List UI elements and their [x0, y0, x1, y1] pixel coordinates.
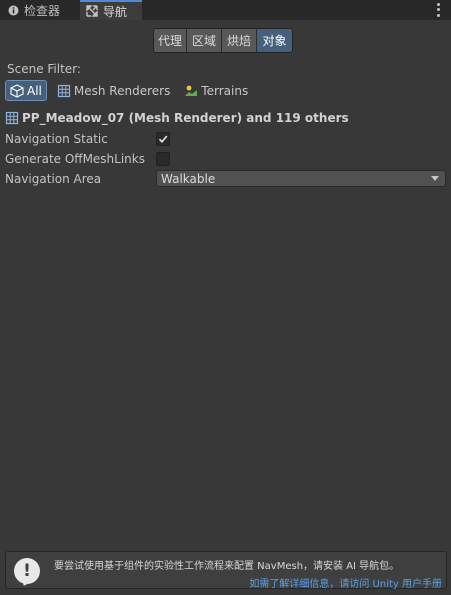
info-help-box: ! 要尝试使用基于组件的实验性工作流程来配置 NavMesh，请安装 AI 导航…: [5, 551, 447, 590]
terrain-icon: [184, 84, 198, 98]
filter-terrains-label: Terrains: [201, 83, 249, 98]
navigation-area-label: Navigation Area: [5, 172, 102, 186]
mesh-renderer-icon: [57, 84, 71, 98]
filter-mesh-renderers-button[interactable]: Mesh Renderers: [53, 80, 174, 101]
filter-all-button[interactable]: All: [5, 80, 47, 101]
filter-mesh-renderers-label: Mesh Renderers: [73, 83, 171, 98]
tab-inspector[interactable]: 检查器: [0, 0, 78, 20]
navigation-icon: [86, 5, 98, 17]
generate-offmeshlinks-checkbox[interactable]: [156, 152, 170, 166]
tab-bake[interactable]: 烘焙: [222, 29, 257, 52]
mesh-renderer-icon: [5, 111, 19, 125]
navigation-static-label: Navigation Static: [5, 132, 108, 146]
tab-agents[interactable]: 代理: [154, 29, 187, 52]
kebab-menu-icon[interactable]: [435, 2, 441, 18]
checkmark-icon: [158, 135, 168, 144]
scene-filter-label: Scene Filter:: [7, 62, 81, 76]
navigation-mode-tabs: 代理 区域 烘焙 对象: [153, 28, 293, 53]
filter-all-label: All: [27, 83, 42, 98]
filter-terrains-button[interactable]: Terrains: [180, 80, 252, 101]
chevron-down-icon: [431, 176, 439, 181]
tab-object[interactable]: 对象: [257, 29, 292, 52]
object-title-text: PP_Meadow_07 (Mesh Renderer) and 119 oth…: [22, 111, 349, 125]
info-icon: [8, 5, 19, 16]
tab-areas[interactable]: 区域: [187, 29, 222, 52]
window-tab-bar: 检查器 导航: [0, 0, 451, 20]
exclamation-icon: !: [14, 558, 40, 584]
selected-object-title: PP_Meadow_07 (Mesh Renderer) and 119 oth…: [5, 111, 349, 125]
navigation-area-dropdown[interactable]: Walkable: [156, 170, 446, 187]
help-manual-link[interactable]: 如需了解详细信息，请访问 Unity 用户手册: [249, 575, 442, 590]
cube-icon: [10, 83, 24, 98]
navigation-static-checkbox[interactable]: [156, 132, 170, 146]
tab-navigation[interactable]: 导航: [80, 0, 142, 20]
tab-inspector-label: 检查器: [24, 3, 61, 18]
scene-filter-options: All Mesh Renderers Terrains: [5, 80, 258, 101]
help-message: 要尝试使用基于组件的实验性工作流程来配置 NavMesh，请安装 AI 导航包。: [54, 561, 400, 572]
generate-offmeshlinks-label: Generate OffMeshLinks: [5, 152, 145, 166]
tab-navigation-label: 导航: [103, 4, 128, 19]
navigation-area-value: Walkable: [161, 171, 216, 186]
